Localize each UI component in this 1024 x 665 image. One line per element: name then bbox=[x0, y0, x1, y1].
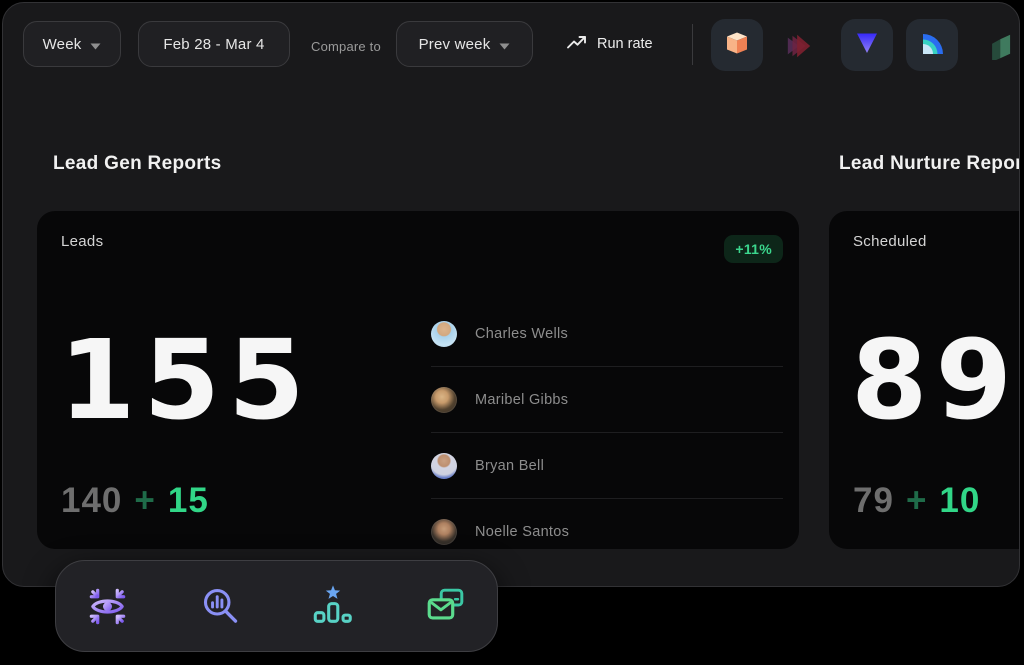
leaderboard-star-icon[interactable] bbox=[310, 583, 356, 629]
trend-up-icon bbox=[566, 33, 587, 55]
scheduled-card-label: Scheduled bbox=[853, 233, 927, 250]
list-item[interactable]: Maribel Gibbs bbox=[431, 366, 783, 432]
run-rate-label: Run rate bbox=[597, 36, 653, 52]
avatar bbox=[431, 519, 457, 545]
scheduled-delta-sign: + bbox=[906, 481, 927, 521]
date-range-button[interactable]: Feb 28 - Mar 4 bbox=[138, 21, 290, 67]
layered-chevrons-icon[interactable] bbox=[780, 32, 818, 60]
compare-dropdown-label: Prev week bbox=[419, 36, 491, 53]
leads-card-label: Leads bbox=[61, 233, 103, 250]
quarter-arcs-icon bbox=[917, 28, 947, 63]
scheduled-previous-value: 79 bbox=[853, 481, 894, 521]
leads-previous-row: 140 + 15 bbox=[61, 481, 209, 521]
chevron-down-icon bbox=[499, 37, 510, 54]
compare-dropdown[interactable]: Prev week bbox=[396, 21, 533, 67]
cube-3d-icon bbox=[722, 28, 752, 63]
funnel-icon bbox=[852, 28, 882, 63]
scheduled-delta-value: 10 bbox=[939, 481, 980, 521]
topbar-divider bbox=[692, 24, 693, 65]
app-tile-1[interactable] bbox=[711, 19, 763, 71]
lead-nurture-title: Lead Nurture Reports bbox=[839, 153, 1020, 175]
app-tile-2[interactable] bbox=[841, 19, 893, 71]
list-item[interactable]: Bryan Bell bbox=[431, 432, 783, 498]
app-tile-3[interactable] bbox=[906, 19, 958, 71]
screenshot-root: { "topbar": { "period": { "label": "Week… bbox=[0, 0, 1024, 665]
avatar bbox=[431, 321, 457, 347]
chevron-down-icon bbox=[90, 37, 101, 54]
avatar bbox=[431, 453, 457, 479]
leads-change-badge: +11% bbox=[724, 235, 783, 263]
leads-people-list: Charles Wells Maribel Gibbs Bryan Bell N… bbox=[431, 301, 783, 549]
avatar bbox=[431, 387, 457, 413]
green-diamonds-icon[interactable] bbox=[989, 33, 1015, 60]
scheduled-value: 89 bbox=[851, 325, 1020, 435]
search-stats-icon[interactable] bbox=[198, 584, 243, 629]
run-rate-button[interactable]: Run rate bbox=[566, 33, 653, 55]
person-name: Charles Wells bbox=[475, 326, 568, 342]
leads-value: 155 bbox=[59, 325, 313, 435]
leads-delta-value: 15 bbox=[168, 481, 209, 521]
dashboard-window: Week Feb 28 - Mar 4 Compare to Prev week… bbox=[2, 2, 1020, 587]
period-dropdown-label: Week bbox=[43, 36, 82, 53]
person-name: Bryan Bell bbox=[475, 458, 544, 474]
list-item[interactable]: Noelle Santos bbox=[431, 498, 783, 549]
leads-previous-value: 140 bbox=[61, 481, 122, 521]
floating-dock bbox=[55, 560, 498, 652]
scheduled-previous-row: 79 + 10 bbox=[853, 481, 980, 521]
leads-card: Leads +11% 155 140 + 15 Charles Wells Ma… bbox=[37, 211, 799, 549]
person-name: Maribel Gibbs bbox=[475, 392, 568, 408]
focus-eye-icon[interactable] bbox=[84, 583, 131, 630]
period-dropdown[interactable]: Week bbox=[23, 21, 121, 67]
list-item[interactable]: Charles Wells bbox=[431, 301, 783, 366]
date-range-label: Feb 28 - Mar 4 bbox=[163, 36, 264, 53]
lead-gen-title: Lead Gen Reports bbox=[53, 153, 221, 175]
mail-stack-icon[interactable] bbox=[423, 583, 469, 629]
person-name: Noelle Santos bbox=[475, 524, 569, 540]
compare-to-label: Compare to bbox=[311, 39, 381, 54]
leads-delta-sign: + bbox=[134, 481, 155, 521]
scheduled-card: Scheduled 89 79 + 10 bbox=[829, 211, 1020, 549]
